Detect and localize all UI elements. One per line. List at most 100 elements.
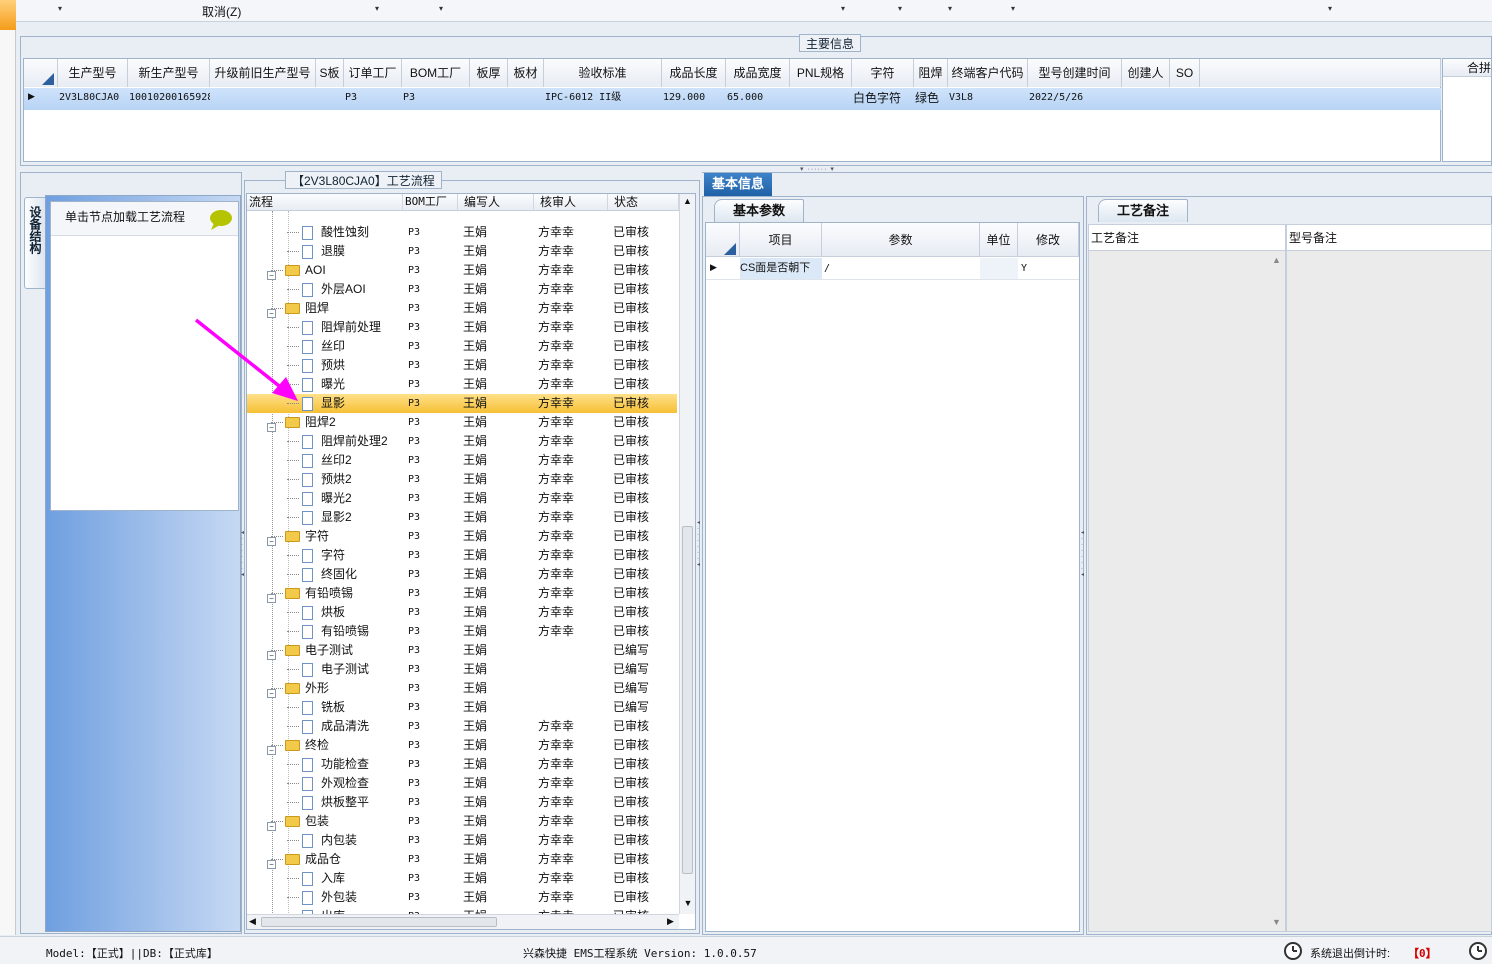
splitter-mid[interactable]: ◂ · · · · · · ◂	[697, 520, 701, 590]
tree-row[interactable]: 丝印 P3 王娟 方幸幸 已审核	[247, 337, 677, 356]
grid-col-header[interactable]: 生产型号	[58, 59, 128, 87]
tree-row[interactable]: 预烘2 P3 王娟 方幸幸 已审核	[247, 470, 677, 489]
model-notes-box[interactable]: 型号备注	[1286, 224, 1492, 932]
grid-col-header[interactable]: 订单工厂	[344, 59, 402, 87]
grid-cell[interactable]: 65.000	[727, 88, 790, 108]
tree-row[interactable]: − 阻焊 P3 王娟 方幸幸 已审核	[247, 299, 677, 319]
grid-col-header[interactable]: 字符	[852, 59, 914, 87]
grid-cell[interactable]: IPC-6012 II级	[545, 88, 662, 108]
tree-row[interactable]: 外层AOI P3 王娟 方幸幸 已审核	[247, 280, 677, 299]
tree-row[interactable]: 功能检查 P3 王娟 方幸幸 已审核	[247, 755, 677, 774]
tree-row[interactable]: 烘板整平 P3 王娟 方幸幸 已审核	[247, 793, 677, 812]
param-item[interactable]: CS面是否朝下	[740, 258, 822, 279]
tree-row[interactable]: 电子测试 P3 王娟 已编写	[247, 660, 677, 679]
grid-cell[interactable]	[211, 88, 316, 108]
chevron-down-icon[interactable]: ▾	[58, 4, 62, 13]
scroll-up-icon[interactable]: ▲	[680, 194, 695, 208]
chevron-down-icon[interactable]: ▾	[1011, 4, 1015, 13]
scroll-left-icon[interactable]: ◀	[249, 916, 256, 927]
params-row[interactable]: ▶ CS面是否朝下 / Y	[706, 258, 1079, 280]
grid-cell[interactable]	[509, 88, 544, 108]
splitter-right[interactable]: ◂ · · · · · · ◂	[1081, 530, 1085, 600]
param-modify[interactable]: Y	[1021, 258, 1079, 279]
tab-process-notes[interactable]: 工艺备注	[1098, 199, 1188, 222]
grid-col-header[interactable]: PNL规格	[790, 59, 852, 87]
scroll-thumb[interactable]	[682, 526, 693, 874]
tree-row[interactable]: 曝光2 P3 王娟 方幸幸 已审核	[247, 489, 677, 508]
grid-col-header[interactable]: 验收标准	[544, 59, 662, 87]
tree-row[interactable]: − 阻焊2 P3 王娟 方幸幸 已审核	[247, 413, 677, 433]
grid-col-header[interactable]: 阻焊	[914, 59, 948, 87]
grid-cell[interactable]	[471, 88, 508, 108]
scroll-down-icon[interactable]: ▼	[680, 898, 695, 908]
chevron-down-icon[interactable]: ▾	[439, 4, 443, 13]
tree-row[interactable]: 字符 P3 王娟 方幸幸 已审核	[247, 546, 677, 565]
tree-row[interactable]: 显影 P3 王娟 方幸幸 已审核	[247, 394, 677, 413]
grid-cell[interactable]: P3	[403, 88, 470, 108]
chevron-down-icon[interactable]: ▾	[1328, 4, 1332, 13]
vertical-tab[interactable]: 设备结构	[24, 197, 46, 289]
grid-cell[interactable]: V3L8	[949, 88, 1028, 108]
tree-row[interactable]: 终固化 P3 王娟 方幸幸 已审核	[247, 565, 677, 584]
tree-row[interactable]: 入库 P3 王娟 方幸幸 已审核	[247, 869, 677, 888]
tree-row[interactable]: 有铅喷锡 P3 王娟 方幸幸 已审核	[247, 622, 677, 641]
col-modify[interactable]: 修改	[1018, 223, 1079, 257]
tab-basic-params[interactable]: 基本参数	[714, 199, 804, 222]
tree-row[interactable]: 外包装 P3 王娟 方幸幸 已审核	[247, 888, 677, 907]
tree-row[interactable]: 退膜 P3 王娟 方幸幸 已审核	[247, 242, 677, 261]
tree-row[interactable]: 阻焊前处理2 P3 王娟 方幸幸 已审核	[247, 432, 677, 451]
tree-row[interactable]: 显影2 P3 王娟 方幸幸 已审核	[247, 508, 677, 527]
scroll-right-icon[interactable]: ▶	[667, 916, 674, 927]
grid-col-header[interactable]: 板厚	[470, 59, 508, 87]
col-param[interactable]: 参数	[822, 223, 980, 257]
grid-cell[interactable]: P3	[345, 88, 402, 108]
col-reviewer[interactable]: 核审人	[534, 194, 608, 210]
cancel-button[interactable]: 取消(Z)	[202, 3, 241, 20]
col-item[interactable]: 项目	[740, 223, 822, 257]
tree-row[interactable]: 曝光 P3 王娟 方幸幸 已审核	[247, 375, 677, 394]
grid-col-header[interactable]: SO	[1170, 59, 1200, 87]
col-writer[interactable]: 编写人	[458, 194, 534, 210]
grid-col-header[interactable]: 型号创建时间	[1028, 59, 1122, 87]
grid-col-header[interactable]: 成品长度	[662, 59, 726, 87]
grid-col-header[interactable]: BOM工厂	[402, 59, 470, 87]
grid-cell[interactable]	[1171, 88, 1200, 108]
grid-col-header[interactable]: 新生产型号	[128, 59, 210, 87]
chevron-down-icon[interactable]: ▾	[948, 4, 952, 13]
grid-cell[interactable]	[791, 88, 852, 108]
col-status[interactable]: 状态	[608, 194, 679, 210]
grid-col-header[interactable]: 升级前旧生产型号	[210, 59, 316, 87]
param-unit[interactable]	[980, 258, 1018, 279]
grid-cell[interactable]: 2V3L80CJA0	[59, 88, 128, 108]
grid-col-header[interactable]: 创建人	[1122, 59, 1170, 87]
tree-row[interactable]: 丝印2 P3 王娟 方幸幸 已审核	[247, 451, 677, 470]
splitter-grip[interactable]: ▾ ······ ▾	[800, 165, 862, 173]
tree-row[interactable]: − 字符 P3 王娟 方幸幸 已审核	[247, 527, 677, 547]
grid-row-selected[interactable]: ▶ 2V3L80CJA0 10010200165928 P3 P3 IPC-6012 I…	[24, 88, 1441, 110]
tree-row[interactable]: 铣板 P3 王娟 已编写	[247, 698, 677, 717]
grid-cell[interactable]: 白色字符	[853, 88, 914, 108]
grid-cell[interactable]	[317, 88, 344, 108]
scroll-up-icon[interactable]: ▲	[1272, 255, 1281, 265]
tab-basic-info[interactable]: 基本信息	[704, 173, 772, 197]
tree-row[interactable]: 酸性蚀刻 P3 王娟 方幸幸 已审核	[247, 223, 677, 242]
chevron-down-icon[interactable]: ▾	[375, 4, 379, 13]
scroll-down-icon[interactable]: ▼	[1272, 917, 1281, 927]
grid-cell[interactable]: 10010200165928	[129, 88, 210, 108]
vertical-scrollbar[interactable]: ▲ ▼	[679, 194, 695, 914]
tree-row[interactable]: 成品清洗 P3 王娟 方幸幸 已审核	[247, 717, 677, 736]
grid-col-header[interactable]: 成品宽度	[726, 59, 790, 87]
chevron-down-icon[interactable]: ▾	[898, 4, 902, 13]
col-bom[interactable]: BOM工厂	[403, 194, 458, 210]
hscroll-thumb[interactable]	[261, 917, 497, 927]
tree-row[interactable]: − 成品仓 P3 王娟 方幸幸 已审核	[247, 850, 677, 870]
tree-row[interactable]: − 终检 P3 王娟 方幸幸 已审核	[247, 736, 677, 756]
grid-cell[interactable]	[1123, 88, 1170, 108]
grid-col-header[interactable]: S板	[316, 59, 344, 87]
tree-row[interactable]: 预烘 P3 王娟 方幸幸 已审核	[247, 356, 677, 375]
tree-row[interactable]: − AOI P3 王娟 方幸幸 已审核	[247, 261, 677, 281]
chevron-down-icon[interactable]: ▾	[841, 4, 845, 13]
tree-row[interactable]: − 包装 P3 王娟 方幸幸 已审核	[247, 812, 677, 832]
grid-col-header[interactable]: 板材	[508, 59, 544, 87]
tree-row[interactable]: − 有铅喷锡 P3 王娟 方幸幸 已审核	[247, 584, 677, 604]
